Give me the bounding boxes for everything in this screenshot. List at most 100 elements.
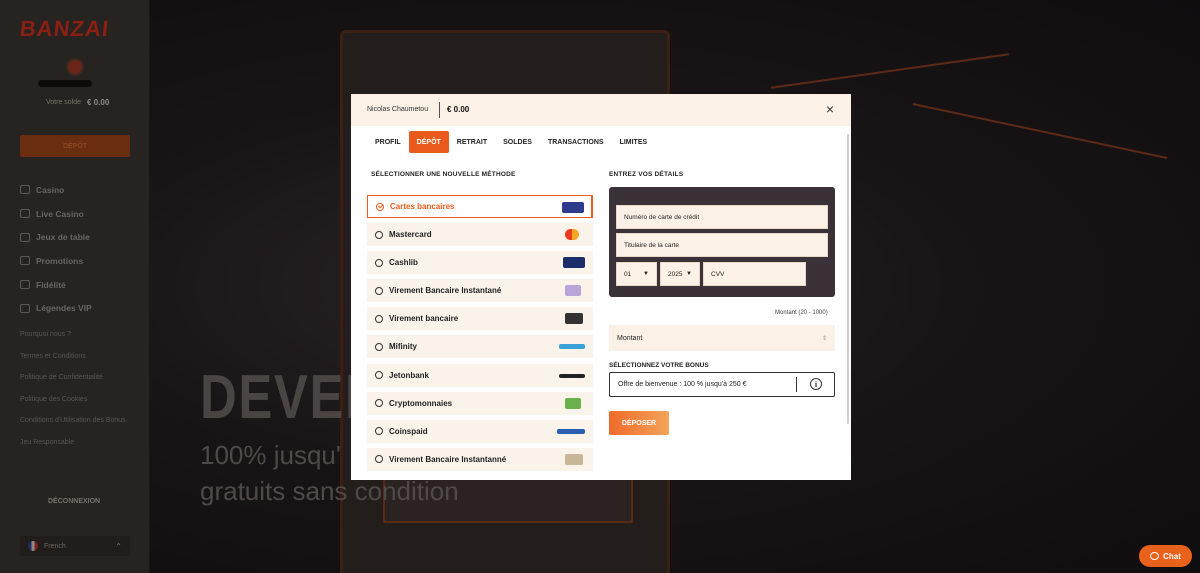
chat-bubble-icon (1150, 552, 1160, 560)
radio-checked-icon (376, 202, 384, 211)
deposit-submit-button[interactable]: DÉPOSER (609, 411, 669, 435)
balance-value: € 0.00 (87, 98, 110, 107)
radio-icon (375, 314, 383, 323)
expiry-year-select[interactable]: 2025 ▼ (660, 262, 700, 286)
grid-icon (20, 185, 30, 195)
language-label: French (44, 542, 66, 550)
sidebar-item-casino[interactable]: Casino (20, 178, 92, 202)
tab-limits[interactable]: LIMITES (612, 131, 656, 153)
tab-deposit[interactable]: DÉPÔT (408, 131, 449, 153)
link-bonus-terms[interactable]: Conditions d'Utilisation des Bonus (20, 416, 130, 425)
method-label: Cashlib (389, 258, 418, 268)
sidebar-item-label: Jeux de table (36, 232, 90, 243)
method-bank-transfer[interactable]: Virement bancaire (367, 307, 593, 331)
link-why-us[interactable]: Pourquoi nous ? (20, 330, 130, 339)
radio-icon (375, 230, 383, 239)
method-instant-transfer-2[interactable]: Virement Bancaire Instantanné (367, 447, 593, 471)
radio-icon (375, 455, 383, 464)
amount-range-label: Montant (20 - 1000) (775, 310, 828, 316)
tab-profile[interactable]: PROFIL (367, 131, 409, 153)
sidebar-item-label: Promotions (36, 255, 84, 266)
visa-logo-icon (562, 202, 584, 213)
sidebar-item-promotions[interactable]: Promotions (20, 249, 92, 273)
chat-button[interactable]: Chat (1139, 545, 1192, 567)
radio-icon (375, 427, 383, 436)
link-responsible-gaming[interactable]: Jeu Responsable (20, 438, 130, 447)
method-label: Coinspaid (389, 426, 428, 436)
modal-username: Nicolas Chaumetou (367, 106, 429, 113)
sidebar-item-label: Casino (36, 184, 65, 195)
tab-withdraw[interactable]: RETRAIT (449, 131, 495, 153)
method-jetonbank[interactable]: Jetonbank (367, 363, 593, 387)
link-privacy[interactable]: Politique de Confidentialité (20, 373, 130, 382)
method-mastercard[interactable]: Mastercard (367, 223, 593, 247)
methods-title: SÉLECTIONNER UNE NOUVELLE MÉTHODE (371, 171, 516, 178)
expiry-month-select[interactable]: 01 ▼ (616, 262, 657, 286)
cashlib-logo-icon (563, 257, 585, 269)
method-instant-transfer[interactable]: Virement Bancaire Instantané (367, 279, 593, 303)
method-cartes-bancaires[interactable]: Cartes bancaires (367, 195, 593, 218)
method-cashlib[interactable]: Cashlib (367, 251, 593, 275)
methods-scrollbar[interactable] (591, 195, 593, 217)
tab-balances[interactable]: SOLDES (495, 131, 540, 153)
lightning-decoration (771, 53, 1009, 89)
avatar[interactable] (66, 58, 84, 76)
instant-banking-logo-icon (565, 313, 583, 325)
username-redacted (38, 80, 92, 87)
stepper-icon[interactable]: ⇕ (822, 335, 827, 342)
sidebar: BANZAI Votre solde € 0.00 DÉPÔT Casino L… (0, 0, 150, 573)
sidebar-links: Pourquoi nous ? Termes et Conditions Pol… (20, 330, 130, 459)
tab-transactions[interactable]: TRANSACTIONS (540, 131, 612, 153)
hero-subline-2: gratuits sans condition (200, 476, 459, 506)
link-terms[interactable]: Termes et Conditions (20, 352, 130, 361)
bonus-value: Offre de bienvenue : 100 % jusqu'à 250 € (618, 381, 747, 388)
radio-icon (375, 371, 383, 380)
header-divider (439, 102, 440, 118)
cvv-placeholder: CVV (711, 270, 725, 278)
sidebar-item-table-games[interactable]: Jeux de table (20, 225, 92, 249)
sidebar-item-label: Légendes VIP (36, 303, 92, 314)
method-label: Virement bancaire (389, 314, 459, 324)
diamond-icon (20, 280, 30, 290)
chevron-up-icon: ⌃ (115, 541, 122, 551)
method-crypto[interactable]: Cryptomonnaies (367, 391, 593, 415)
card-number-field[interactable]: Numéro de carte de crédit (616, 205, 828, 229)
radio-icon (375, 258, 383, 267)
radio-icon (375, 342, 383, 351)
modal-header: Nicolas Chaumetou € 0.00 × (351, 94, 851, 126)
radio-icon (375, 286, 383, 295)
brand-logo[interactable]: BANZAI (19, 16, 111, 42)
cvv-field[interactable]: CVV (703, 262, 806, 286)
caret-down-icon: ▼ (686, 271, 692, 277)
amount-input[interactable]: Montant ⇕ (609, 325, 835, 351)
info-icon[interactable]: i (810, 378, 822, 390)
sidebar-item-vip[interactable]: Légendes VIP (20, 296, 92, 320)
expiry-month-value: 01 (624, 270, 632, 278)
card-holder-field[interactable]: Titulaire de la carte (616, 233, 828, 257)
jetonbank-logo-icon (559, 373, 585, 378)
sidebar-item-live-casino[interactable]: Live Casino (20, 202, 92, 226)
balance-label: Votre solde (46, 99, 82, 106)
bonus-title: SÉLECTIONNEZ VOTRE BONUS (609, 362, 709, 369)
close-icon[interactable]: × (823, 102, 837, 116)
sidebar-deposit-button[interactable]: DÉPÔT (20, 135, 130, 157)
crypto-logo-icon (565, 397, 581, 409)
sidebar-item-loyalty[interactable]: Fidélité (20, 273, 92, 297)
method-label: Mifinity (389, 342, 417, 352)
method-label: Mastercard (389, 230, 432, 240)
language-selector[interactable]: French ⌃ (20, 536, 130, 556)
logout-button[interactable]: DÉCONNEXION (48, 498, 100, 505)
modal-tabs: PROFIL DÉPÔT RETRAIT SOLDES TRANSACTIONS… (367, 131, 655, 153)
account-modal: Nicolas Chaumetou € 0.00 × PROFIL DÉPÔT … (351, 94, 851, 480)
sidebar-item-label: Live Casino (36, 208, 84, 219)
method-label: Cartes bancaires (390, 202, 455, 211)
sidebar-nav: Casino Live Casino Jeux de table Promoti… (20, 178, 92, 320)
hero-subline-1: 100% jusqu' (200, 440, 341, 470)
method-mifinity[interactable]: Mifinity (367, 335, 593, 359)
bonus-select[interactable]: Offre de bienvenue : 100 % jusqu'à 250 €… (609, 372, 835, 397)
link-cookies[interactable]: Politique des Cookies (20, 395, 130, 404)
chat-label: Chat (1163, 551, 1181, 561)
modal-scrollbar[interactable] (847, 134, 849, 424)
method-coinspaid[interactable]: Coinspaid (367, 419, 593, 443)
payment-method-list: Cartes bancaires Mastercard Cashlib Vire… (367, 195, 593, 476)
